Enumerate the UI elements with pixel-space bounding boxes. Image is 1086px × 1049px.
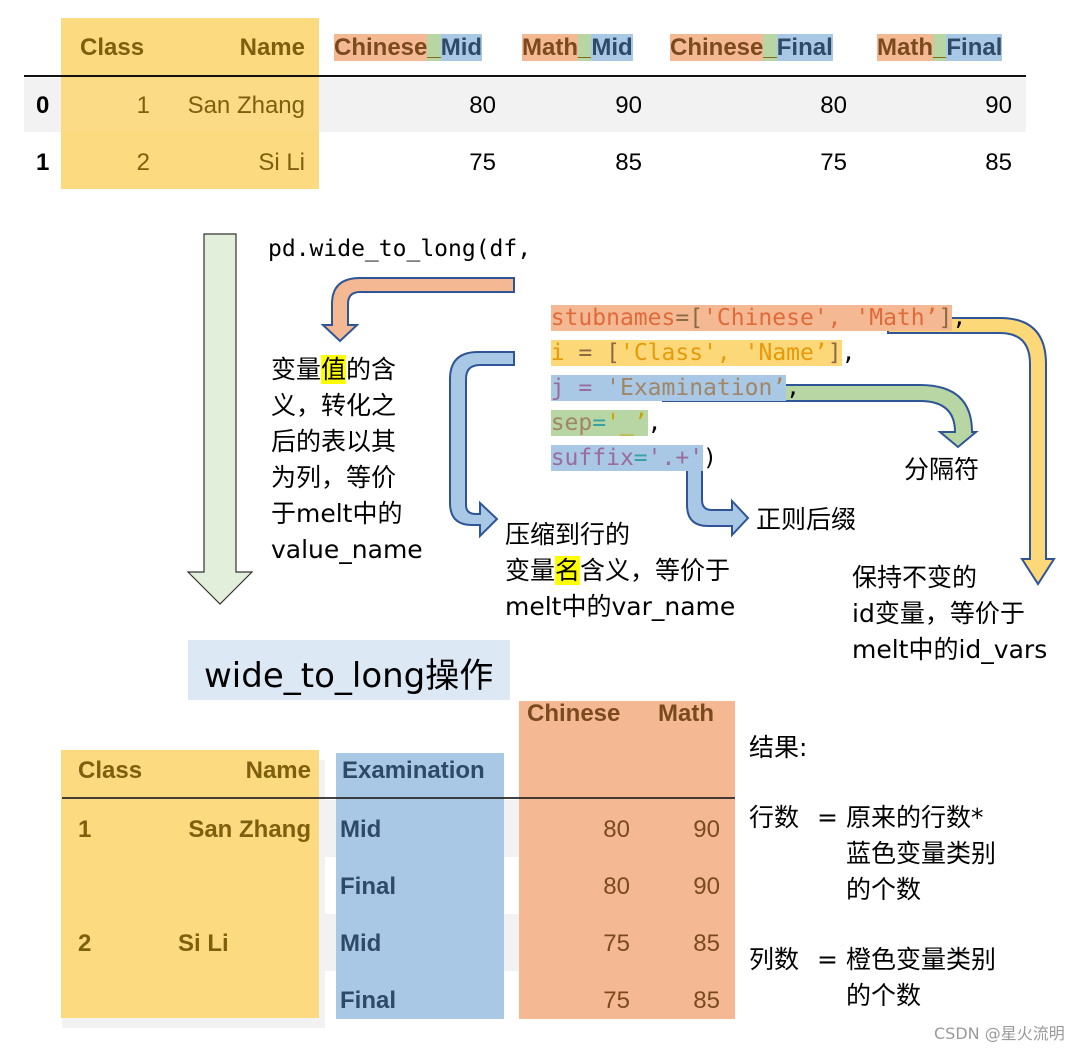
result-label: 结果: bbox=[749, 733, 808, 762]
stub-math: 'Math’ bbox=[855, 305, 939, 331]
suffix-key: suffix bbox=[550, 445, 634, 471]
note-line: 义，转化之 bbox=[271, 391, 397, 420]
note-value-name: 变量值的含 义，转化之 后的表以其 为列，等价 于melt中的 value_na… bbox=[271, 352, 431, 568]
note-id-vars: 保持不变的 id变量，等价于 melt中的id_vars bbox=[852, 560, 1082, 668]
rows-label: 行数 bbox=[749, 803, 800, 832]
note-line: 变量名含义，等价于 bbox=[505, 553, 805, 589]
cell-examination: Mid bbox=[340, 930, 382, 957]
cell-class: 2 bbox=[78, 930, 92, 957]
formula-line: 的个数 bbox=[846, 981, 922, 1010]
close-bracket: ] bbox=[827, 340, 842, 366]
cell-chinese: 80 bbox=[603, 873, 630, 900]
cell-math: 90 bbox=[693, 873, 720, 900]
cols-label: 列数 bbox=[749, 945, 800, 974]
trailing-comma: , bbox=[952, 305, 967, 331]
code-line-call: pd.wide_to_long(df, bbox=[268, 236, 532, 262]
suffix-arg: suffix='.+' bbox=[550, 445, 704, 471]
note-text: 变量 bbox=[505, 556, 556, 585]
watermark: CSDN @星火流明 bbox=[934, 1024, 1065, 1043]
note-line: 保持不变的 bbox=[852, 563, 978, 592]
cols-formula: 橙色变量类别 的个数 bbox=[846, 942, 996, 1014]
note-regex-suffix: 正则后缀 bbox=[756, 505, 857, 534]
highlight-value-char: 值 bbox=[321, 355, 347, 384]
note-text: 含义，等价于 bbox=[580, 556, 731, 585]
i-arrow-icon bbox=[887, 317, 1056, 586]
long-header-examination: Examination bbox=[342, 757, 485, 784]
trailing-comma: , bbox=[786, 375, 800, 401]
formula-line: 橙色变量类别 bbox=[846, 945, 997, 974]
cell-name: Si Li bbox=[178, 930, 229, 957]
note-line: 于melt中的 bbox=[271, 499, 403, 528]
long-table-header-rule bbox=[62, 797, 735, 799]
operation-title: wide_to_long操作 bbox=[204, 656, 494, 696]
note-line: 后的表以其 bbox=[271, 427, 397, 456]
suffix-value: '.+' bbox=[647, 445, 704, 471]
long-header-class: Class bbox=[78, 757, 143, 784]
big-down-arrow-icon bbox=[186, 233, 254, 605]
note-line: id变量，等价于 bbox=[852, 599, 1025, 628]
code-line-suffix: suffix='.+') bbox=[523, 407, 717, 475]
eq-sign: = bbox=[633, 445, 648, 471]
cell-examination: Final bbox=[340, 987, 397, 1014]
cell-examination: Final bbox=[340, 873, 397, 900]
long-id-columns-highlight bbox=[61, 750, 319, 1018]
trailing-comma: , bbox=[841, 340, 856, 366]
note-text: 的含 bbox=[346, 355, 397, 384]
note-separator: 分隔符 bbox=[904, 455, 980, 484]
long-header-chinese: Chinese bbox=[527, 700, 621, 727]
close-paren: ) bbox=[703, 445, 717, 471]
note-line: 为列，等价 bbox=[271, 463, 397, 492]
formula-line: 蓝色变量类别 bbox=[846, 839, 997, 868]
cell-math: 85 bbox=[693, 930, 720, 957]
cell-chinese: 80 bbox=[603, 816, 630, 843]
note-line: 变量值的含 bbox=[271, 352, 431, 388]
close-bracket: ] bbox=[938, 305, 953, 331]
long-header-name: Name bbox=[245, 757, 311, 784]
cell-chinese: 75 bbox=[603, 987, 630, 1014]
j-arrow-icon bbox=[449, 351, 515, 539]
note-line: melt中的var_name bbox=[505, 592, 736, 621]
highlight-name-char: 名 bbox=[555, 556, 581, 585]
rows-formula: 原来的行数* 蓝色变量类别 的个数 bbox=[846, 800, 996, 908]
formula-line: 原来的行数* bbox=[846, 803, 984, 832]
note-line: value_name bbox=[271, 535, 423, 564]
value-columns-highlight bbox=[519, 701, 735, 1019]
note-text: 变量 bbox=[271, 355, 322, 384]
cell-class: 1 bbox=[78, 816, 92, 843]
cell-name: San Zhang bbox=[188, 816, 311, 843]
note-line: melt中的id_vars bbox=[852, 635, 1048, 664]
rows-eq: = bbox=[817, 803, 838, 832]
cell-math: 85 bbox=[693, 987, 720, 1014]
cell-examination: Mid bbox=[340, 816, 382, 843]
stubnames-arrow-icon bbox=[320, 277, 515, 343]
formula-line: 的个数 bbox=[846, 875, 922, 904]
cell-chinese: 75 bbox=[603, 930, 630, 957]
cols-eq: = bbox=[817, 945, 838, 974]
cell-math: 90 bbox=[693, 816, 720, 843]
long-header-math: Math bbox=[658, 700, 714, 727]
